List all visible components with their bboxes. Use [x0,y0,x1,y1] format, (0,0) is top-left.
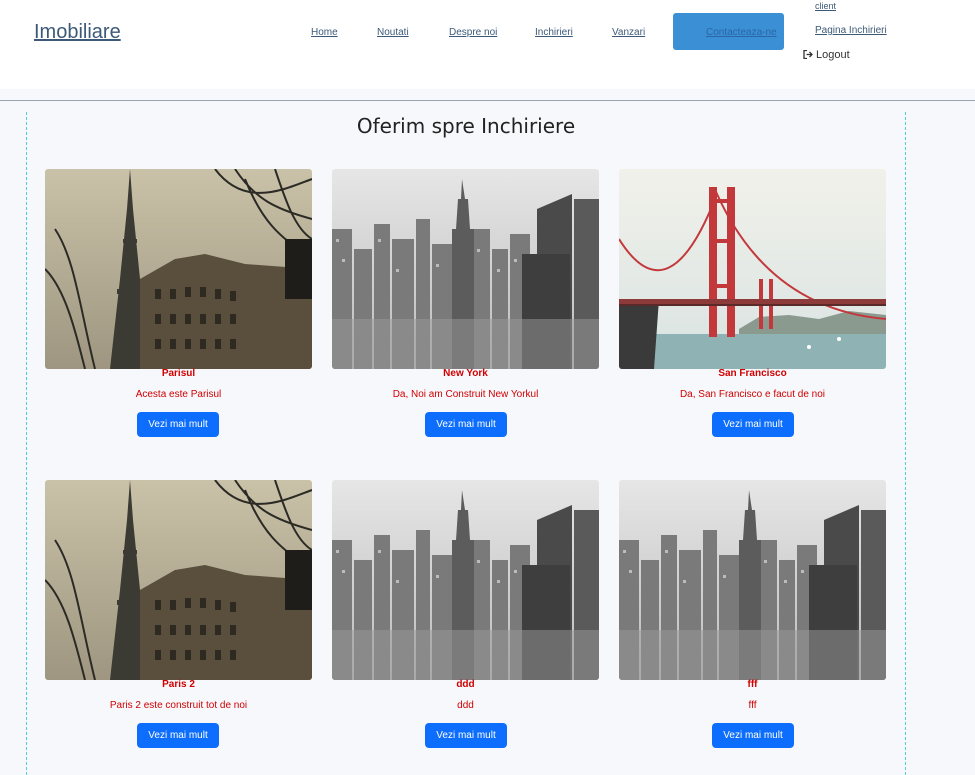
card-description: ddd [457,700,474,711]
vezi-mai-mult-button[interactable]: Vezi mai mult [712,412,794,437]
card-title: San Francisco [718,368,787,379]
vezi-mai-mult-button[interactable]: Vezi mai mult [137,412,219,437]
vezi-mai-mult-button[interactable]: Vezi mai mult [137,723,219,748]
vezi-mai-mult-button[interactable]: Vezi mai mult [712,723,794,748]
client-link[interactable]: client [815,1,836,11]
new-york-skyline-photo [332,169,599,369]
card-description: Paris 2 este construit tot de noi [109,700,248,711]
brand-logo-link[interactable]: Imobiliare [34,21,121,44]
logout-link[interactable]: Logout [803,49,850,61]
card-title: Parisul [161,368,196,379]
card-description: Acesta este Parisul [135,389,222,400]
card-description: Da, San Francisco e facut de noi [679,389,826,400]
nav-inchirieri[interactable]: Inchirieri [535,27,573,38]
card-title: ddd [456,679,475,690]
paris-eiffel-photo [45,480,312,680]
card-title: New York [443,368,488,379]
contact-button[interactable]: Contacteaza-ne [673,13,784,50]
paris-eiffel-photo [45,169,312,369]
vezi-mai-mult-button[interactable]: Vezi mai mult [425,412,507,437]
card-title: fff [747,679,758,690]
new-york-skyline-photo [619,480,886,680]
page-title: Oferim spre Inchiriere [356,114,576,138]
sign-out-icon [803,49,813,60]
container-border-left [26,112,27,775]
contact-button-label[interactable]: Contacteaza-ne [706,27,777,38]
card-description: fff [748,700,757,711]
site-header: Imobiliare Home Noutati Despre noi Inchi… [0,0,975,89]
nav-vanzari[interactable]: Vanzari [612,27,645,38]
container-border-right [905,112,906,775]
header-divider [0,100,975,101]
card-description: Da, Noi am Construit New Yorkul [392,389,539,400]
nav-despre-noi[interactable]: Despre noi [449,27,497,38]
vezi-mai-mult-button[interactable]: Vezi mai mult [425,723,507,748]
nav-noutati[interactable]: Noutati [377,27,409,38]
pagina-inchirieri-link[interactable]: Pagina Inchirieri [815,25,887,36]
golden-gate-bridge-photo [619,169,886,369]
logout-label[interactable]: Logout [816,49,850,61]
nav-home[interactable]: Home [311,27,338,38]
new-york-skyline-photo [332,480,599,680]
card-title: Paris 2 [162,679,195,690]
